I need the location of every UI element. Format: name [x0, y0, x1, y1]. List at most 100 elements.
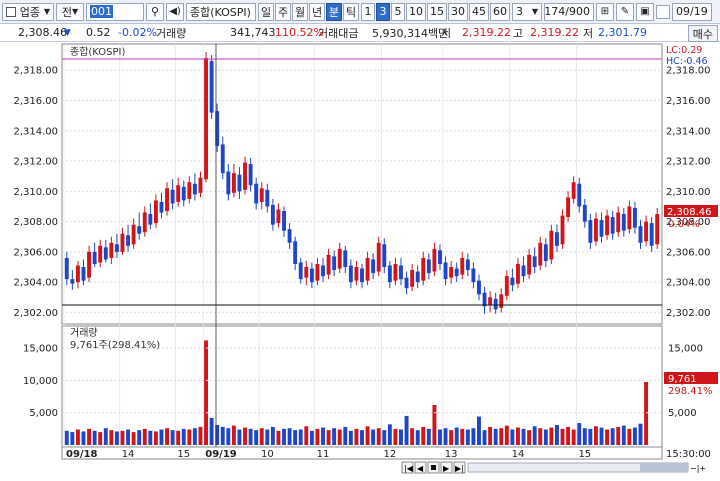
interval-button[interactable]: 60 [490, 2, 510, 21]
date-value: 09/19 [676, 5, 708, 18]
lc-label: LC:0.29 [666, 45, 702, 56]
interval-button[interactable]: 30 [448, 2, 468, 21]
first-icon: |◀ [404, 464, 414, 473]
volume-bar [114, 431, 119, 445]
date-input[interactable]: 09/19 [672, 2, 712, 21]
zoom-icons[interactable]: −|+ [690, 464, 706, 473]
x-tick-label: 14 [512, 449, 525, 460]
current-price: 2,308.46 [18, 26, 67, 39]
volume-bar [449, 430, 454, 445]
candle-body [326, 254, 331, 275]
candle-body [87, 251, 92, 278]
volume-bar [399, 429, 403, 445]
volume-bar [555, 424, 559, 445]
interval-button[interactable]: 45 [469, 2, 489, 21]
search-icon[interactable]: ⚲ [146, 2, 164, 21]
period-tab[interactable]: 일 [258, 2, 274, 21]
candle-body [566, 197, 571, 218]
interval-button[interactable]: 3 [376, 2, 390, 21]
volume-bar [148, 430, 153, 445]
period-tab[interactable]: 월 [292, 2, 308, 21]
open-label: 시 [441, 26, 452, 40]
volume-bar [632, 427, 637, 445]
save-icon[interactable]: ▣ [636, 2, 654, 21]
grid-settings-icon[interactable]: ⊞ [596, 2, 614, 21]
volume-y-tick-right: 15,000 [668, 344, 703, 355]
candle-body [348, 265, 353, 283]
interval-button[interactable]: 10 [406, 2, 426, 21]
y-tick-left: 2,318.00 [13, 66, 58, 77]
volume-bar [159, 429, 164, 445]
y-tick-left: 2,308.00 [13, 217, 58, 228]
candle-body [298, 262, 303, 280]
volume-bar [627, 428, 632, 445]
chevron-down-icon: ▼ [71, 7, 79, 16]
count-value: 174/900 [544, 5, 590, 18]
candle-body [198, 177, 203, 193]
volume-bar [343, 426, 348, 445]
candle-body [516, 263, 520, 284]
candle-body [220, 144, 225, 174]
down-arrow-icon: ▼ [64, 27, 71, 38]
period-tab[interactable]: 분 [326, 2, 342, 21]
tools-icon[interactable]: ✎ [616, 2, 634, 21]
candle-body [588, 220, 593, 243]
checkbox[interactable] [656, 4, 670, 19]
volume-bar [599, 427, 604, 445]
buy-button[interactable]: 매수 [687, 25, 718, 42]
period-tab[interactable]: 년 [309, 2, 325, 21]
candle-body [560, 215, 565, 245]
candle-body [159, 201, 164, 213]
last-pct-tag: 0.04% [668, 219, 700, 230]
volume-bar [610, 428, 615, 445]
candle-body [109, 242, 114, 258]
name-value: 종합(KOSPI) [190, 5, 251, 19]
volume-bar [393, 428, 398, 445]
code-input[interactable]: 001 [86, 2, 144, 21]
volume-bar [64, 430, 69, 445]
volume-y-tick-left: 5,000 [29, 408, 58, 419]
candle-body [332, 256, 337, 271]
candle-body [337, 248, 342, 269]
count-input[interactable]: 174/900 [544, 2, 594, 21]
volume-bar [549, 427, 554, 445]
candle-body [120, 233, 125, 252]
candle-body [64, 257, 69, 280]
price-change: 0.52 [86, 26, 111, 39]
interval-button[interactable]: 15 [427, 2, 447, 21]
candle-body [382, 244, 387, 268]
scrollbar-thumb[interactable] [640, 463, 688, 472]
period-tab[interactable]: 주 [275, 2, 291, 21]
candle-body [103, 247, 108, 260]
custom-interval-select[interactable]: 3 ▼ [512, 2, 542, 21]
candle-body [493, 298, 498, 310]
volume-bar [126, 429, 131, 445]
y-tick-right: 2,310.00 [666, 187, 711, 198]
y-tick-right: 2,306.00 [666, 247, 711, 258]
volume-y-tick-left: 15,000 [23, 344, 58, 355]
candle-body [410, 270, 415, 287]
interval-button[interactable]: 5 [391, 2, 405, 21]
volume-bar [181, 428, 186, 445]
x-tick-label: 12 [383, 449, 396, 460]
type-select[interactable]: 전 ▼ [56, 2, 84, 21]
hc-label: HC:-0.46 [666, 56, 708, 67]
price-change-pct: -0.02% [118, 26, 157, 39]
volume-bar [176, 430, 181, 445]
volume-bar [92, 430, 97, 445]
volume-bar [621, 425, 626, 445]
toolbar: 업종 ▼ 전 ▼ 001 ⚲ ◀) 종합(KOSPI) 일주월년분틱 1 3 5 10… [0, 0, 720, 24]
volume-y-tick-right: 5,000 [668, 408, 697, 419]
period-tab[interactable]: 틱 [343, 2, 359, 21]
volume-bar [220, 426, 225, 445]
volume-bar [532, 426, 537, 445]
interval-button[interactable]: 1 [361, 2, 375, 21]
candle-body [460, 257, 465, 275]
market-select[interactable]: 업종 ▼ [2, 2, 54, 21]
candlestick-chart[interactable]: 2,318.00 2,316.00 2,314.00 2,312.00 2,310.00… [0, 42, 720, 481]
y-tick-right: 2,312.00 [666, 157, 711, 168]
speaker-icon[interactable]: ◀) [166, 2, 184, 21]
volume-bar [103, 428, 108, 445]
x-axis-bar [61, 446, 663, 460]
candle-body [582, 204, 587, 222]
